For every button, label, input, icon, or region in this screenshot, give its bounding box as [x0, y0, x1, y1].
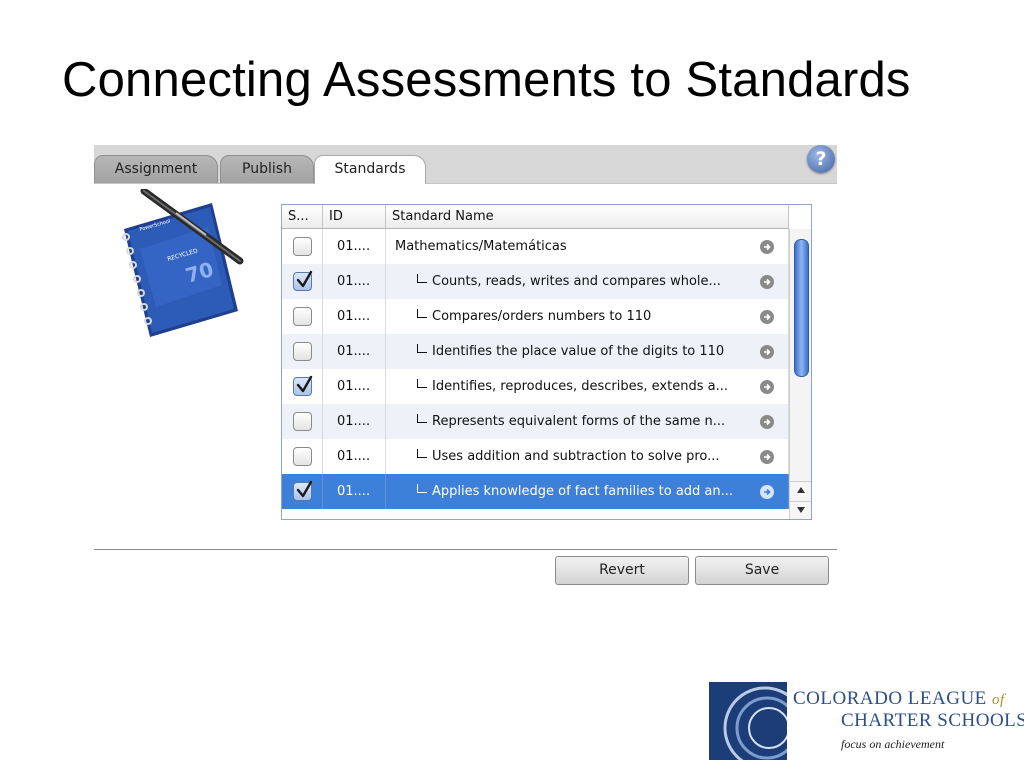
logo-mark-icon [709, 682, 787, 760]
row-detail-arrow-icon[interactable] [760, 240, 774, 254]
tree-branch-icon [417, 414, 427, 423]
id-cell: 01.... [323, 404, 386, 439]
scroll-down-arrow[interactable] [790, 501, 811, 518]
id-cell: 01.... [323, 369, 386, 404]
row-checkbox[interactable] [293, 342, 312, 361]
tab-assignment[interactable]: Assignment [94, 155, 218, 183]
table-row[interactable]: 01.... Applies knowledge of fact families… [282, 474, 789, 509]
select-cell [282, 299, 323, 334]
standard-name-text: Uses addition and subtraction to solve p… [432, 449, 720, 464]
standard-name-text: Identifies, reproduces, describes, exten… [432, 379, 728, 394]
help-icon[interactable]: ? [807, 145, 835, 173]
table-row[interactable]: 01.... Mathematics/Matemáticas [282, 229, 789, 264]
row-checkbox-checked[interactable] [293, 270, 313, 291]
revert-button[interactable]: Revert [555, 556, 689, 585]
checkmark-icon [296, 480, 313, 498]
tree-branch-icon [417, 379, 427, 388]
row-detail-arrow-icon[interactable] [760, 345, 774, 359]
tab-standards[interactable]: Standards [314, 155, 426, 184]
standards-panel: Assignment Publish Standards ? 70 RECYCL… [94, 145, 837, 585]
table-header: S... ID Standard Name [282, 205, 789, 229]
table-row[interactable]: 01.... Counts, reads, writes and compares… [282, 264, 789, 299]
standard-name-cell: Identifies the place value of the digits… [386, 334, 789, 369]
id-cell: 01.... [323, 439, 386, 474]
standard-name-cell: Counts, reads, writes and compares whole… [386, 264, 789, 299]
id-cell: 01.... [323, 299, 386, 334]
select-cell [282, 264, 323, 299]
row-detail-arrow-icon[interactable] [760, 275, 774, 289]
row-detail-arrow-icon[interactable] [760, 380, 774, 394]
standard-name-cell: Identifies, reproduces, describes, exten… [386, 369, 789, 404]
standard-name-text: Mathematics/Matemáticas [395, 239, 567, 254]
logo-of: of [992, 692, 1005, 708]
row-checkbox-checked[interactable] [293, 480, 313, 501]
select-cell [282, 334, 323, 369]
table-row[interactable]: 01.... Uses addition and subtraction to s… [282, 439, 789, 474]
vertical-scrollbar[interactable] [789, 229, 811, 519]
table-row[interactable]: 01.... Compares/orders numbers to 110 [282, 299, 789, 334]
column-header-id[interactable]: ID [323, 205, 386, 228]
row-checkbox[interactable] [293, 412, 312, 431]
standard-name-cell: Uses addition and subtraction to solve p… [386, 439, 789, 474]
row-checkbox[interactable] [293, 307, 312, 326]
row-checkbox-checked[interactable] [293, 375, 313, 396]
standards-table: S... ID Standard Name 01.... Mathematics/… [281, 204, 812, 520]
select-cell [282, 404, 323, 439]
tree-branch-icon [417, 274, 427, 283]
scroll-thumb[interactable] [794, 239, 809, 377]
standard-name-cell: Applies knowledge of fact families to ad… [386, 474, 789, 509]
tree-branch-icon [417, 449, 427, 458]
divider [94, 549, 837, 550]
standard-name-text: Compares/orders numbers to 110 [432, 309, 652, 324]
id-cell: 01.... [323, 334, 386, 369]
standard-name-cell: Mathematics/Matemáticas [386, 229, 789, 264]
save-button[interactable]: Save [695, 556, 829, 585]
logo-line1: COLORADO LEAGUE [793, 688, 987, 709]
checkmark-icon [296, 270, 313, 288]
row-detail-arrow-icon[interactable] [760, 450, 774, 464]
tree-branch-icon [417, 309, 427, 318]
select-cell [282, 474, 323, 509]
standard-name-text: Represents equivalent forms of the same … [432, 414, 726, 429]
notebook-illustration: 70 RECYCLED PowerSchool [122, 189, 244, 337]
tab-publish[interactable]: Publish [220, 155, 314, 183]
standard-name-text: Counts, reads, writes and compares whole… [432, 274, 721, 289]
table-row[interactable]: 01.... Identifies the place value of the … [282, 334, 789, 369]
select-cell [282, 439, 323, 474]
standard-name-text: Identifies the place value of the digits… [432, 344, 725, 359]
id-cell: 01.... [323, 264, 386, 299]
standard-name-text: Applies knowledge of fact families to ad… [432, 484, 734, 499]
logo-line2: CHARTER SCHOOLS [841, 710, 1024, 731]
id-cell: 01.... [323, 474, 386, 509]
column-header-standard-name[interactable]: Standard Name [386, 205, 789, 228]
row-detail-arrow-icon[interactable] [760, 415, 774, 429]
tree-branch-icon [417, 344, 427, 353]
tree-branch-icon [417, 484, 427, 493]
row-checkbox[interactable] [293, 447, 312, 466]
colorado-league-logo: COLORADO LEAGUE of CHARTER SCHOOLS focus… [709, 682, 1024, 762]
row-detail-arrow-icon[interactable] [760, 485, 774, 499]
scroll-up-arrow[interactable] [790, 481, 811, 498]
row-checkbox[interactable] [293, 237, 312, 256]
select-cell [282, 369, 323, 404]
select-cell [282, 229, 323, 264]
table-row[interactable]: 01.... Identifies, reproduces, describes,… [282, 369, 789, 404]
standard-name-cell: Represents equivalent forms of the same … [386, 404, 789, 439]
tab-bar: Assignment Publish Standards ? [94, 145, 837, 184]
id-cell: 01.... [323, 229, 386, 264]
slide-title: Connecting Assessments to Standards [62, 53, 911, 107]
row-detail-arrow-icon[interactable] [760, 310, 774, 324]
logo-tagline: focus on achievement [841, 737, 945, 751]
checkmark-icon [296, 375, 313, 393]
table-row[interactable]: 01.... Represents equivalent forms of the… [282, 404, 789, 439]
standard-name-cell: Compares/orders numbers to 110 [386, 299, 789, 334]
column-header-select[interactable]: S... [282, 205, 323, 228]
